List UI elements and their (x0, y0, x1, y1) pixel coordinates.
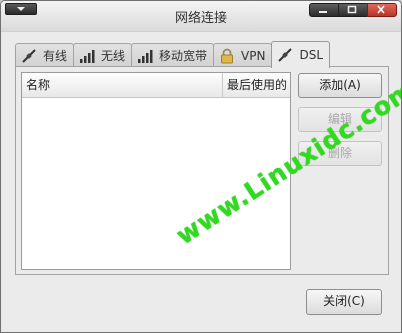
tab-label: DSL (299, 48, 324, 62)
column-header-last-used[interactable]: 最后使用的 (223, 73, 290, 97)
wired-icon (278, 48, 293, 62)
close-icon (377, 5, 385, 14)
title-bar: 网络连接 (1, 1, 401, 32)
close-window-button[interactable] (367, 3, 397, 17)
minimize-button[interactable] (309, 3, 339, 17)
minimize-icon (319, 11, 327, 13)
wired-icon (22, 48, 36, 63)
signal-bars-icon (80, 49, 95, 63)
tab-label: 有线 (43, 49, 68, 63)
column-header-name[interactable]: 名称 (22, 73, 223, 97)
tab-label: 移动宽带 (159, 49, 208, 63)
tab-wired[interactable]: 有线 (15, 43, 75, 67)
maximize-button[interactable] (338, 3, 368, 17)
tab-mobile-broadband[interactable]: 移动宽带 (131, 43, 215, 67)
list-header: 名称 最后使用的 (22, 73, 290, 98)
window-controls (309, 3, 397, 17)
signal-bars-icon (138, 49, 153, 63)
close-button[interactable]: 关闭(C) (306, 289, 382, 315)
tab-dsl[interactable]: DSL (271, 41, 331, 68)
network-connections-window: 网络连接 有线 无线 移动宽带 VPN DSL 名称 最后使用的 添加(A) 编… (0, 0, 402, 333)
maximize-icon (347, 5, 357, 14)
tab-wireless[interactable]: 无线 (73, 43, 133, 67)
add-button[interactable]: 添加(A) (298, 73, 382, 98)
connection-type-tabs: 有线 无线 移动宽带 VPN DSL (15, 41, 331, 68)
connection-list[interactable]: 名称 最后使用的 (21, 72, 291, 270)
tab-vpn[interactable]: VPN (213, 43, 273, 67)
lock-icon (221, 48, 234, 63)
tab-label: 无线 (101, 49, 126, 63)
tab-label: VPN (241, 48, 266, 63)
